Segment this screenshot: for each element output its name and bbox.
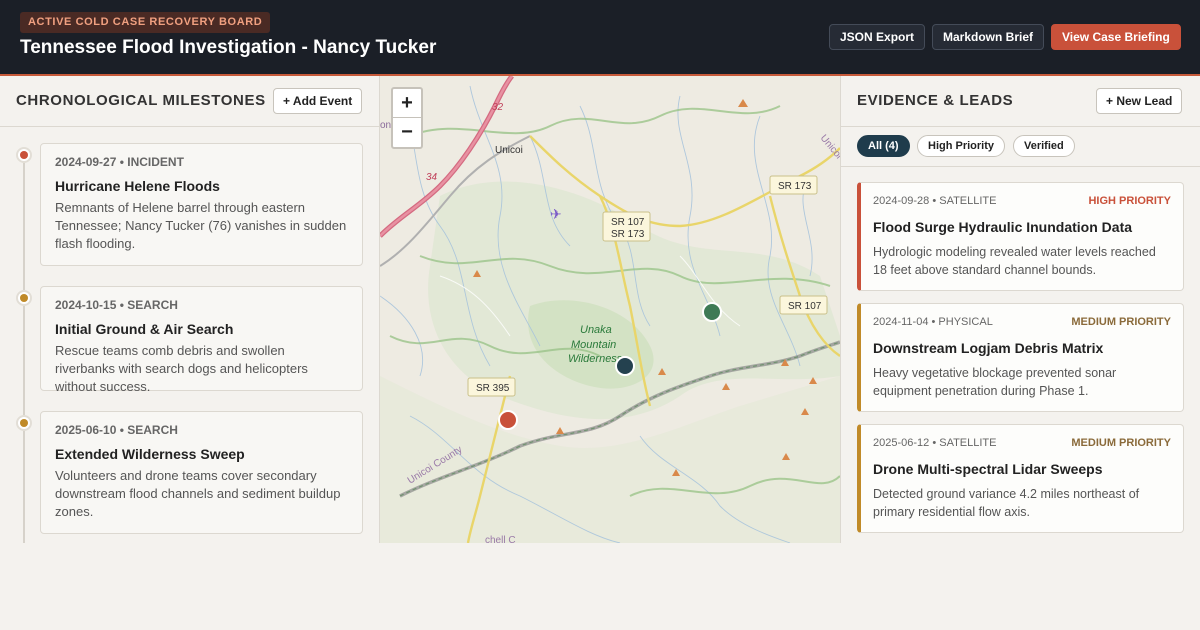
route-shield: SR 173: [611, 229, 645, 240]
town-label: Unicoi: [495, 145, 523, 156]
lead-title: Downstream Logjam Debris Matrix: [873, 340, 1104, 356]
route-shield: SR 107: [788, 301, 822, 312]
priority-badge: MEDIUM PRIORITY: [1071, 437, 1171, 449]
zoom-control: + −: [391, 87, 423, 149]
lead-title: Drone Multi-spectral Lidar Sweeps: [873, 461, 1103, 477]
event-description: Remnants of Helene barrel through easter…: [55, 200, 347, 251]
status-badge: ACTIVE COLD CASE RECOVERY BOARD: [20, 12, 271, 33]
lead-description: Hydrologic modeling revealed water level…: [873, 245, 1156, 277]
map-marker[interactable]: [498, 410, 518, 430]
filter-all[interactable]: All (4): [857, 135, 910, 157]
event-title: Extended Wilderness Sweep: [55, 446, 245, 462]
filter-bar: All (4) High Priority Verified: [841, 127, 1200, 167]
lead-description: Detected ground variance 4.2 miles north…: [873, 487, 1140, 519]
route-34-label: 34: [426, 172, 438, 183]
route-shield: SR 173: [778, 181, 812, 192]
timeline-dot: [16, 415, 32, 431]
page-title: Tennessee Flood Investigation - Nancy Tu…: [20, 37, 437, 58]
wilderness-label: Unaka: [580, 324, 612, 336]
event-description: Volunteers and drone teams cover seconda…: [55, 468, 341, 519]
map-marker[interactable]: [615, 356, 635, 376]
filter-high-priority[interactable]: High Priority: [917, 135, 1006, 157]
add-event-button[interactable]: + Add Event: [273, 88, 363, 114]
wilderness-label: Mountain: [571, 339, 616, 351]
lead-title: Flood Surge Hydraulic Inundation Data: [873, 219, 1133, 235]
lead-card[interactable]: 2024-11-04 • PHYSICAL MEDIUM PRIORITY Do…: [857, 303, 1184, 412]
zoom-out-button[interactable]: −: [393, 118, 421, 147]
app-header: ACTIVE COLD CASE RECOVERY BOARD Tennesse…: [0, 0, 1200, 76]
zoom-in-button[interactable]: +: [393, 89, 421, 118]
map-view[interactable]: 32 34 on Unicoi Unaka Mountain Wildernes…: [380, 76, 840, 543]
map-edge-label: chell C: [485, 535, 516, 543]
lead-meta: 2024-09-28 • SATELLITE HIGH PRIORITY: [873, 195, 1171, 209]
lead-card[interactable]: 2025-06-12 • SATELLITE MEDIUM PRIORITY D…: [857, 424, 1184, 533]
timeline-event[interactable]: 2024-10-15 • SEARCH Initial Ground & Air…: [40, 286, 363, 394]
map-marker[interactable]: [702, 302, 722, 322]
event-meta: 2025-06-10 • SEARCH: [55, 423, 178, 437]
timeline-header: CHRONOLOGICAL MILESTONES + Add Event: [0, 76, 379, 127]
timeline-panel: CHRONOLOGICAL MILESTONES + Add Event 202…: [0, 76, 380, 543]
markdown-brief-button[interactable]: Markdown Brief: [932, 24, 1045, 50]
lead-meta: 2025-06-12 • SATELLITE MEDIUM PRIORITY: [873, 437, 1171, 451]
evidence-panel: EVIDENCE & LEADS + New Lead All (4) High…: [840, 76, 1200, 543]
view-case-briefing-button[interactable]: View Case Briefing: [1051, 24, 1181, 50]
evidence-header: EVIDENCE & LEADS + New Lead: [841, 76, 1200, 127]
timeline-dot: [16, 147, 32, 163]
wilderness-label: Wilderness: [568, 353, 623, 365]
evidence-title: EVIDENCE & LEADS: [857, 92, 1014, 109]
lead-date-type: 2024-09-28 • SATELLITE: [873, 195, 997, 207]
route-shield: SR 395: [476, 383, 510, 394]
json-export-button[interactable]: JSON Export: [829, 24, 926, 50]
new-lead-button[interactable]: + New Lead: [1096, 88, 1183, 114]
lead-meta: 2024-11-04 • PHYSICAL MEDIUM PRIORITY: [873, 316, 1171, 330]
filter-verified[interactable]: Verified: [1013, 135, 1075, 157]
timeline-event[interactable]: 2025-06-10 • SEARCH Extended Wilderness …: [40, 411, 363, 534]
priority-badge: HIGH PRIORITY: [1088, 195, 1171, 207]
map-canvas[interactable]: 32 34 on Unicoi Unaka Mountain Wildernes…: [380, 76, 840, 543]
lead-date-type: 2024-11-04 • PHYSICAL: [873, 316, 993, 328]
event-meta: 2024-09-27 • INCIDENT: [55, 155, 184, 169]
event-title: Hurricane Helene Floods: [55, 178, 220, 194]
map-edge-label: on: [380, 120, 391, 131]
lead-card[interactable]: 2024-09-28 • SATELLITE HIGH PRIORITY Flo…: [857, 182, 1184, 291]
route-32-label: 32: [492, 102, 504, 113]
timeline-dot: [16, 290, 32, 306]
event-meta: 2024-10-15 • SEARCH: [55, 298, 178, 312]
route-shield: SR 107: [611, 217, 645, 228]
timeline-event[interactable]: 2024-09-27 • INCIDENT Hurricane Helene F…: [40, 143, 363, 266]
timeline-title: CHRONOLOGICAL MILESTONES: [16, 92, 266, 109]
lead-date-type: 2025-06-12 • SATELLITE: [873, 437, 997, 449]
airport-icon: ✈: [550, 207, 562, 223]
priority-badge: MEDIUM PRIORITY: [1071, 316, 1171, 328]
lead-description: Heavy vegetative blockage prevented sona…: [873, 366, 1117, 398]
event-description: Rescue teams comb debris and swollen riv…: [55, 343, 308, 394]
timeline-line: [23, 154, 25, 543]
event-title: Initial Ground & Air Search: [55, 321, 234, 337]
